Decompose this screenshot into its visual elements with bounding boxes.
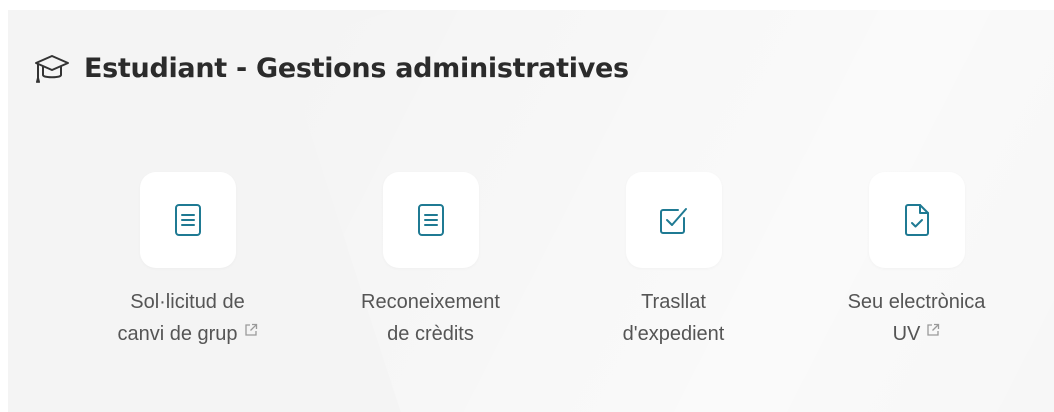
document-icon [416, 203, 446, 237]
shortcut-tile[interactable] [625, 172, 722, 268]
label-line-1: Seu electrònica [847, 291, 986, 313]
graduation-cap-icon [34, 50, 70, 86]
label-line-2: d'expedient [622, 323, 725, 345]
shortcut-reconeixement-credits[interactable]: Reconeixement de crèdits [309, 172, 552, 350]
shortcut-tile[interactable] [868, 172, 965, 268]
shortcut-tile[interactable] [382, 172, 479, 268]
shortcut-tile[interactable] [139, 172, 236, 268]
document-icon [173, 203, 203, 237]
label-line-1: Sol·licitud de [130, 291, 245, 313]
checkbox-icon [658, 204, 690, 236]
shortcut-trasllat-expedient[interactable]: Trasllat d'expedient [552, 172, 795, 350]
section-title: Estudiant - Gestions administratives [84, 52, 629, 84]
shortcut-sollicitud-canvi-grup[interactable]: Sol·licitud de canvi de grup [66, 172, 309, 350]
label-line-1: Reconeixement [361, 291, 500, 313]
shortcut-list: Sol·licitud de canvi de grup Reconeixeme… [66, 172, 1038, 350]
shortcut-label: Reconeixement de crèdits [361, 286, 500, 350]
label-line-2: de crèdits [387, 323, 474, 345]
file-check-icon [903, 203, 931, 237]
label-line-2: canvi de grup [117, 318, 257, 350]
shortcut-label: Trasllat d'expedient [623, 286, 725, 350]
section-header: Estudiant - Gestions administratives [34, 50, 629, 86]
shortcut-label: Sol·licitud de canvi de grup [117, 286, 257, 350]
gestions-panel: Estudiant - Gestions administratives Sol… [8, 10, 1054, 412]
shortcut-label: Seu electrònica UV [848, 286, 986, 350]
label-line-2-text: UV [892, 323, 921, 345]
label-line-1: Trasllat [641, 291, 706, 313]
label-line-2: UV [848, 318, 986, 350]
external-link-icon [244, 323, 258, 337]
label-line-2-text: canvi de grup [117, 323, 238, 345]
external-link-icon [926, 323, 940, 337]
shortcut-seu-electronica[interactable]: Seu electrònica UV [795, 172, 1038, 350]
